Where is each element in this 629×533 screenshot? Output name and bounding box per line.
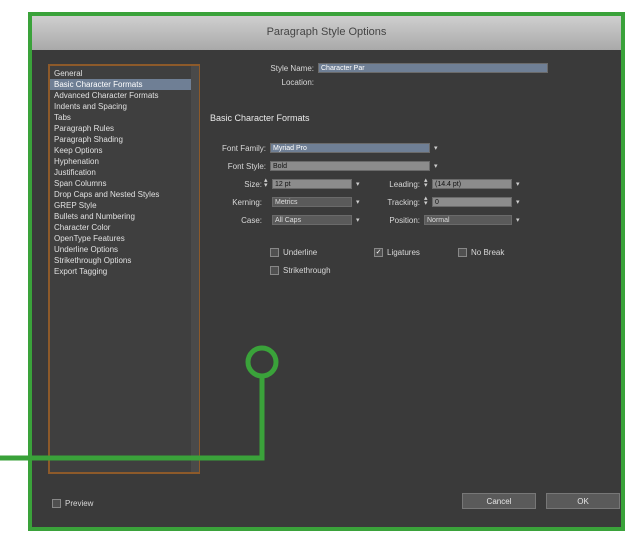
callout-circle-icon <box>245 345 279 379</box>
callout-annotation <box>0 345 279 461</box>
callout-line <box>0 376 265 461</box>
